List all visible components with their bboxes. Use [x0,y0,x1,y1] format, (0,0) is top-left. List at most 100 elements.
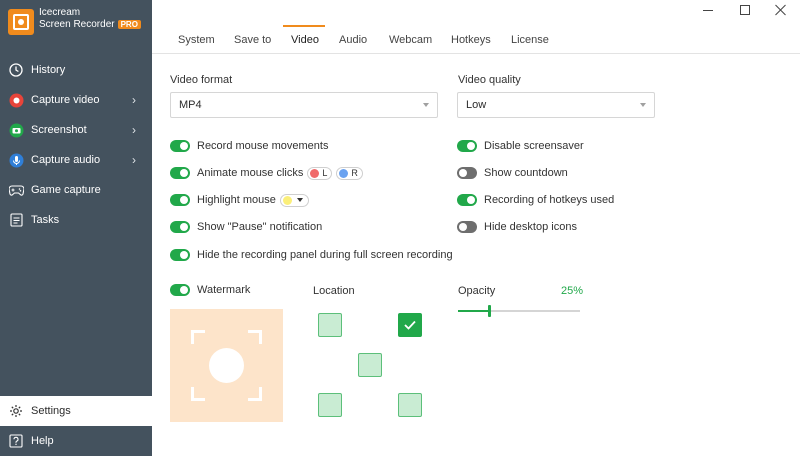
watermark-label: Watermark [197,284,251,296]
settings-tabs: System Save to Video Audio Webcam Hotkey… [152,28,800,54]
sidebar-item-tasks[interactable]: Tasks [0,205,152,235]
video-format-value: MP4 [179,99,202,111]
sidebar: Icecream Screen Recorder PRO History Capt… [0,0,152,456]
show-countdown-option: Show countdown [457,165,568,181]
animate-clicks-toggle[interactable] [170,167,190,179]
chevron-right-icon: › [132,153,136,167]
show-countdown-toggle[interactable] [457,167,477,179]
hide-panel-toggle[interactable] [170,249,190,261]
checkmark-icon [404,320,416,330]
disable-screensaver-toggle[interactable] [457,140,477,152]
watermark-preview[interactable] [170,309,283,422]
opacity-slider[interactable] [458,305,580,317]
help-icon [8,433,24,449]
opacity-slider-handle[interactable] [488,305,491,317]
maximize-button[interactable] [735,4,755,19]
tab-license[interactable]: License [511,34,549,46]
left-click-color-swatch [310,168,320,178]
sidebar-item-label: Settings [31,405,71,417]
sidebar-item-label: Capture video [31,94,100,106]
location-bottom-left[interactable] [318,393,342,417]
hide-desktop-icons-option: Hide desktop icons [457,219,577,235]
tasks-icon [8,212,24,228]
hide-desktop-icons-toggle[interactable] [457,221,477,233]
opacity-slider-fill [458,310,489,312]
watermark-frame-corner [191,330,205,344]
video-format-select[interactable]: MP4 [170,92,438,118]
left-click-color-picker[interactable]: L [307,166,333,180]
app-logo: Icecream Screen Recorder PRO [8,7,141,35]
pause-notification-label: Show "Pause" notification [197,221,323,233]
opacity-value: 25% [561,285,584,297]
chevron-right-icon: › [132,93,136,107]
highlight-mouse-option: Highlight mouse [170,192,309,208]
minimize-button[interactable] [698,4,718,19]
video-format-label: Video format [170,74,233,86]
recording-hotkeys-toggle[interactable] [457,194,477,206]
tab-save-to[interactable]: Save to [234,34,271,46]
hide-panel-label: Hide the recording panel during full scr… [197,249,453,261]
active-tab-indicator [283,25,325,27]
animate-clicks-label: Animate mouse clicks [197,167,304,179]
sidebar-item-capture-video[interactable]: Capture video › [0,85,152,115]
disable-screensaver-label: Disable screensaver [484,140,584,152]
right-click-letter: R [351,168,358,178]
camera-icon [8,122,24,138]
tab-audio[interactable]: Audio [339,34,367,46]
pause-notification-option: Show "Pause" notification [170,219,322,235]
sidebar-item-screenshot[interactable]: Screenshot › [0,115,152,145]
sidebar-item-settings[interactable]: Settings [0,396,152,426]
sidebar-item-label: Capture audio [31,154,101,166]
pause-notification-toggle[interactable] [170,221,190,233]
video-quality-label: Video quality [458,74,521,86]
hide-desktop-icons-label: Hide desktop icons [484,221,577,233]
gamepad-icon [8,182,24,198]
video-quality-value: Low [466,99,487,111]
sidebar-item-help[interactable]: Help [0,426,152,456]
close-button[interactable] [770,4,790,19]
tab-hotkeys[interactable]: Hotkeys [451,34,491,46]
video-quality-select[interactable]: Low [457,92,655,118]
left-click-letter: L [322,168,328,178]
watermark-toggle[interactable] [170,284,190,296]
sidebar-item-label: Game capture [31,184,101,196]
sidebar-item-label: History [31,64,66,76]
tab-video[interactable]: Video [291,34,319,46]
tab-webcam[interactable]: Webcam [389,34,432,46]
chevron-down-icon [296,198,303,202]
hide-panel-option: Hide the recording panel during full scr… [170,247,453,263]
watermark-frame-corner [191,387,205,401]
highlight-mouse-toggle[interactable] [170,194,190,206]
tab-system[interactable]: System [178,34,215,46]
highlight-mouse-label: Highlight mouse [197,194,276,206]
record-mouse-option: Record mouse movements [170,138,328,154]
recording-hotkeys-option: Recording of hotkeys used [457,192,614,208]
location-top-left[interactable] [318,313,342,337]
chevron-down-icon [640,103,646,107]
right-click-color-swatch [339,168,349,178]
clock-icon [8,62,24,78]
location-bottom-right[interactable] [398,393,422,417]
record-icon [8,92,24,108]
sidebar-item-history[interactable]: History [0,55,152,85]
animate-clicks-option: Animate mouse clicks L R [170,165,363,181]
sidebar-item-capture-audio[interactable]: Capture audio › [0,145,152,175]
sidebar-item-label: Tasks [31,214,60,226]
record-mouse-label: Record mouse movements [197,140,329,152]
chevron-down-icon [423,103,429,107]
record-mouse-toggle[interactable] [170,140,190,152]
highlight-color-picker[interactable] [279,193,309,207]
sidebar-item-label: Help [31,435,54,447]
location-label: Location [313,285,355,297]
show-countdown-label: Show countdown [484,167,568,179]
sidebar-item-game-capture[interactable]: Game capture [0,175,152,205]
right-click-color-picker[interactable]: R [336,166,363,180]
location-top-right[interactable] [398,313,422,337]
opacity-label: Opacity [458,285,496,297]
microphone-icon [8,152,24,168]
watermark-option: Watermark [170,282,250,298]
location-center[interactable] [358,353,382,377]
app-name-line2: Screen Recorder [39,19,115,30]
highlight-color-swatch [282,195,292,205]
disable-screensaver-option: Disable screensaver [457,138,584,154]
